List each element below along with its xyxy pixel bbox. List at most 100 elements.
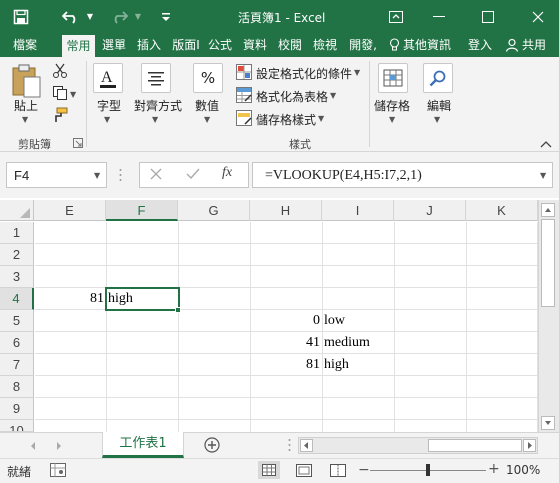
paste-icon[interactable] — [10, 63, 44, 99]
page-break-view-icon[interactable] — [330, 464, 346, 477]
zoom-out-icon[interactable]: − — [358, 463, 370, 477]
name-box-dropdown-icon[interactable]: ▼ — [94, 171, 100, 180]
clipboard-launcher-icon[interactable] — [73, 137, 83, 148]
new-sheet-icon[interactable] — [204, 437, 220, 453]
tab-view[interactable]: 檢視 — [310, 33, 340, 57]
column-header-e[interactable]: E — [34, 200, 106, 221]
conditional-formatting-label[interactable]: 設定格式化的條件 — [256, 65, 352, 82]
format-as-table-dropdown-icon[interactable]: ▼ — [330, 91, 336, 100]
tab-file[interactable]: 檔案 — [6, 33, 44, 57]
tab-data[interactable]: 資料 — [240, 33, 270, 57]
cell-i6[interactable]: medium — [322, 332, 394, 354]
scroll-up-icon[interactable] — [541, 203, 555, 217]
normal-view-icon[interactable] — [258, 461, 280, 479]
tab-home[interactable]: 常用 — [62, 35, 95, 57]
enter-icon[interactable] — [186, 168, 200, 180]
cell-e4[interactable]: 81 — [34, 288, 106, 310]
copy-icon[interactable] — [52, 85, 68, 101]
ribbon-display-options-icon[interactable] — [383, 0, 409, 33]
row-header-9[interactable]: 9 — [0, 398, 34, 420]
restore-icon[interactable] — [474, 0, 502, 33]
scroll-right-icon[interactable] — [523, 439, 536, 452]
row-header-3[interactable]: 3 — [0, 266, 34, 288]
customize-qat-icon[interactable] — [156, 0, 176, 33]
conditional-formatting-dropdown-icon[interactable]: ▼ — [354, 68, 360, 77]
column-header-g[interactable]: G — [178, 200, 250, 221]
sheet-tab-1[interactable]: 工作表1 — [102, 432, 184, 458]
cells-icon[interactable] — [378, 63, 408, 93]
formula-input[interactable]: =VLOOKUP(E4,H5:I7,2,1) — [252, 162, 553, 188]
cut-icon[interactable] — [52, 63, 68, 79]
paste-dropdown-icon[interactable]: ▼ — [22, 115, 28, 124]
zoom-in-icon[interactable]: + — [488, 462, 500, 476]
tab-review[interactable]: 校閱 — [275, 33, 305, 57]
number-icon[interactable]: % — [193, 63, 223, 93]
redo-dropdown-icon[interactable]: ▼ — [132, 0, 144, 33]
redo-icon[interactable] — [106, 0, 132, 33]
cell-h6[interactable]: 41 — [250, 332, 322, 354]
font-icon[interactable]: A — [93, 63, 123, 93]
tab-developer[interactable]: 開發, — [345, 33, 381, 57]
scroll-down-icon[interactable] — [541, 416, 555, 430]
alignment-label[interactable]: 對齊方式 — [134, 97, 182, 114]
cell-h7[interactable]: 81 — [250, 354, 322, 376]
cell-h5[interactable]: 0 — [250, 310, 322, 332]
copy-dropdown-icon[interactable]: ▼ — [70, 90, 76, 99]
row-header-2[interactable]: 2 — [0, 244, 34, 266]
tab-insert[interactable]: 插入 — [134, 33, 164, 57]
insert-function-icon[interactable]: fx — [222, 165, 232, 181]
column-header-k[interactable]: K — [466, 200, 538, 221]
column-header-h[interactable]: H — [250, 200, 322, 221]
row-header-8[interactable]: 8 — [0, 376, 34, 398]
number-label[interactable]: 數值 — [195, 97, 219, 114]
row-header-6[interactable]: 6 — [0, 332, 34, 354]
editing-label[interactable]: 編輯 — [427, 97, 451, 114]
zoom-slider-thumb[interactable] — [426, 464, 430, 476]
tab-menu[interactable]: 選單 — [99, 33, 129, 57]
sheet-next-icon[interactable] — [54, 440, 64, 452]
signin-button[interactable]: 登入 — [465, 33, 495, 57]
zoom-level[interactable]: 100% — [506, 463, 540, 477]
alignment-dropdown-icon[interactable]: ▼ — [152, 115, 158, 124]
share-button[interactable]: 共用 — [505, 33, 559, 57]
cells-label[interactable]: 儲存格 — [374, 97, 410, 114]
scroll-left-icon[interactable] — [300, 439, 313, 452]
select-all-corner[interactable] — [0, 200, 34, 221]
formula-bar-grip-icon[interactable] — [119, 166, 122, 184]
alignment-icon[interactable] — [141, 63, 171, 93]
cancel-icon[interactable] — [150, 168, 162, 180]
tab-page-layout[interactable]: 版面I — [169, 33, 203, 57]
undo-dropdown-icon[interactable]: ▼ — [84, 0, 96, 33]
sheet-prev-icon[interactable] — [28, 440, 38, 452]
row-header-10[interactable]: 10 — [0, 420, 34, 432]
column-header-i[interactable]: I — [322, 200, 394, 221]
cell-styles-dropdown-icon[interactable]: ▼ — [318, 114, 324, 123]
row-header-1[interactable]: 1 — [0, 222, 34, 244]
close-icon[interactable] — [524, 0, 552, 33]
save-icon[interactable] — [8, 0, 34, 33]
editing-dropdown-icon[interactable]: ▼ — [434, 115, 440, 124]
row-header-7[interactable]: 7 — [0, 354, 34, 376]
format-as-table-icon[interactable] — [236, 87, 252, 103]
column-header-f[interactable]: F — [106, 200, 178, 221]
font-dropdown-icon[interactable]: ▼ — [104, 115, 110, 124]
cell-i7[interactable]: high — [322, 354, 394, 376]
conditional-formatting-icon[interactable] — [236, 64, 252, 80]
fill-handle[interactable] — [175, 307, 181, 313]
name-box[interactable]: F4 — [6, 162, 107, 188]
cell-i5[interactable]: low — [322, 310, 394, 332]
column-header-j[interactable]: J — [394, 200, 466, 221]
cells-dropdown-icon[interactable]: ▼ — [389, 115, 395, 124]
editing-icon[interactable] — [423, 63, 453, 93]
format-painter-icon[interactable] — [52, 107, 68, 123]
format-as-table-label[interactable]: 格式化為表格 — [256, 88, 328, 105]
tell-me[interactable]: 其他資訊 — [389, 33, 455, 57]
tab-formulas[interactable]: 公式 — [205, 33, 235, 57]
undo-icon[interactable] — [58, 0, 84, 33]
row-header-5[interactable]: 5 — [0, 310, 34, 332]
tab-split-grip-icon[interactable] — [288, 437, 291, 453]
page-layout-view-icon[interactable] — [296, 464, 312, 477]
vertical-scroll-thumb[interactable] — [541, 219, 555, 307]
horizontal-scroll-thumb[interactable] — [428, 439, 522, 452]
macro-record-icon[interactable] — [50, 463, 66, 477]
